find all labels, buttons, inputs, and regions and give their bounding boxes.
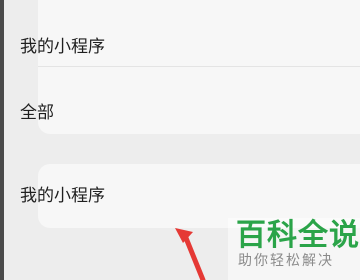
background-edge: [0, 0, 4, 280]
menu-divider: [38, 66, 360, 67]
watermark-subtitle: 助你轻松解决: [238, 253, 334, 269]
menu-item-my-mini-programs[interactable]: 我的小程序: [20, 37, 360, 57]
menu-item-all[interactable]: 全部: [20, 103, 360, 123]
menu-item-my-mini-programs-secondary[interactable]: 我的小程序: [20, 186, 360, 206]
watermark-logo: 百科全说: [236, 218, 360, 253]
